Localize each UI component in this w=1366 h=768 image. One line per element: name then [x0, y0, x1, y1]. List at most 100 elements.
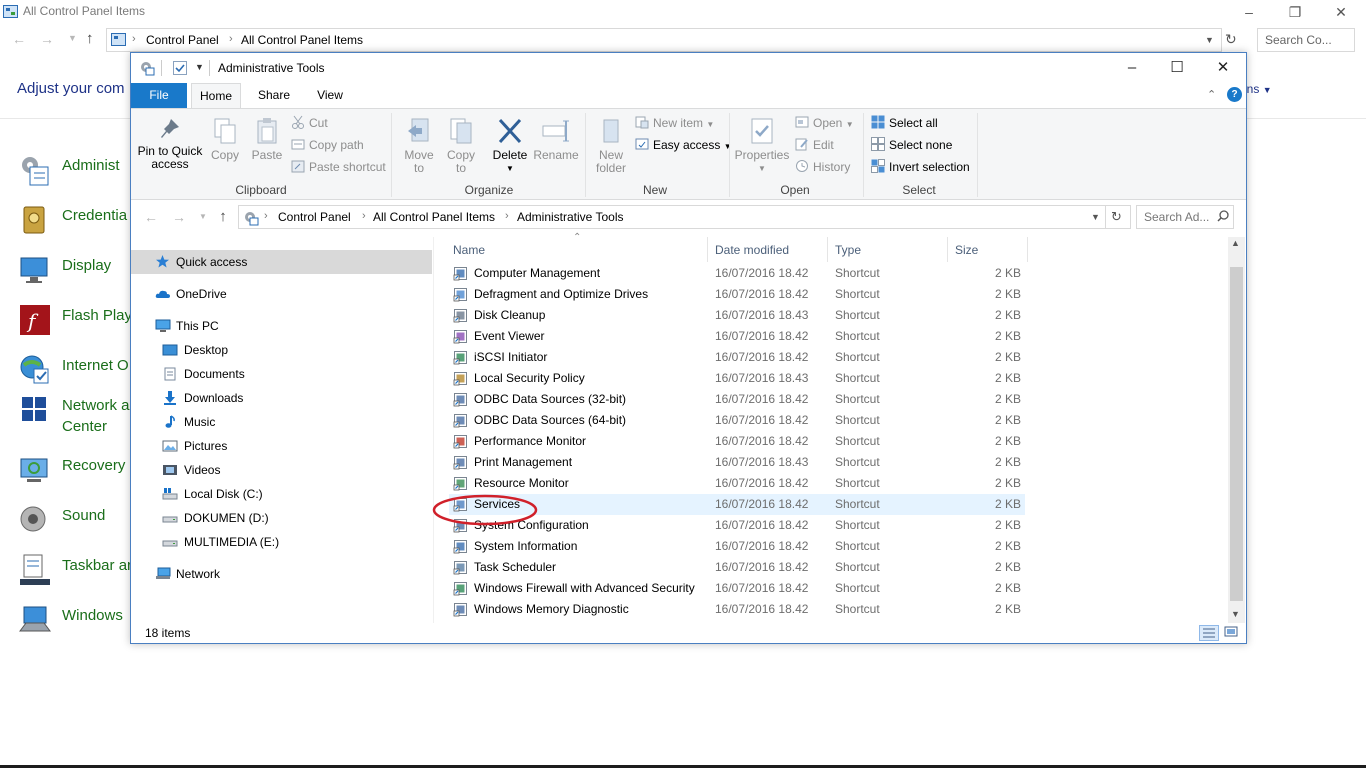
cp-item-internet-options[interactable]: Internet O [18, 351, 133, 391]
breadcrumb-control-panel[interactable]: Control Panel [278, 210, 351, 224]
chevron-down-icon[interactable]: ▼ [1205, 35, 1214, 45]
breadcrumb-administrative-tools[interactable]: Administrative Tools [517, 210, 624, 224]
nav-item-dokumen-d[interactable]: DOKUMEN (D:) [131, 506, 432, 530]
file-row[interactable]: Computer Management 16/07/2016 18.42 Short… [449, 263, 1025, 284]
background-breadcrumb-all-items[interactable]: All Control Panel Items [241, 33, 363, 47]
file-row[interactable]: Disk Cleanup 16/07/2016 18.43 Shortcut 2 KB [449, 305, 1025, 326]
chevron-down-icon[interactable]: ▼ [1091, 212, 1100, 222]
file-row[interactable]: Local Security Policy 16/07/2016 18.43 Sho… [449, 368, 1025, 389]
refresh-icon[interactable]: ↻ [1111, 209, 1122, 225]
background-minimize-button[interactable]: – [1226, 0, 1272, 24]
up-arrow-icon[interactable]: ↑ [86, 30, 94, 47]
copy-button[interactable]: Copy [207, 117, 243, 162]
select-all-button[interactable]: Select all [871, 113, 938, 133]
minimize-button[interactable]: – [1109, 53, 1155, 83]
nav-item-downloads[interactable]: Downloads [131, 386, 432, 410]
nav-item-multimedia-e[interactable]: MULTIMEDIA (E:) [131, 530, 432, 554]
column-header-type[interactable]: Type [835, 240, 945, 260]
paste-button[interactable]: Paste [249, 117, 285, 162]
column-header-size[interactable]: Size [955, 240, 1025, 260]
cp-item-sound[interactable]: Sound [18, 501, 133, 541]
file-row[interactable]: System Information 16/07/2016 18.42 Shortc… [449, 536, 1025, 557]
refresh-icon[interactable]: ↻ [1225, 31, 1237, 48]
rename-button[interactable]: Rename [533, 117, 579, 162]
back-arrow-icon[interactable]: ← [141, 208, 161, 226]
cp-item-display[interactable]: Display [18, 251, 133, 291]
file-row[interactable]: iSCSI Initiator 16/07/2016 18.42 Shortcut 2… [449, 347, 1025, 368]
up-arrow-icon[interactable]: ↑ [213, 208, 233, 226]
open-button[interactable]: Open ▼ [795, 113, 854, 133]
divider[interactable] [1027, 237, 1028, 262]
history-button[interactable]: History [795, 157, 850, 177]
help-icon[interactable]: ? [1227, 87, 1242, 102]
file-row[interactable]: Windows Firewall with Advanced Security 1… [449, 578, 1025, 599]
file-row[interactable]: Defragment and Optimize Drives 16/07/2016… [449, 284, 1025, 305]
breadcrumb-all-control-panel-items[interactable]: All Control Panel Items [373, 210, 495, 224]
recent-locations-icon[interactable]: ▼ [193, 208, 213, 226]
file-row[interactable]: Event Viewer 16/07/2016 18.42 Shortcut 2 KB [449, 326, 1025, 347]
file-row[interactable]: Print Management 16/07/2016 18.43 Shortcut… [449, 452, 1025, 473]
close-button[interactable]: ✕ [1200, 53, 1246, 83]
tab-home[interactable]: Home [191, 83, 241, 109]
scroll-down-icon[interactable]: ▼ [1231, 609, 1240, 619]
cp-item-network-center[interactable]: Network a Center [18, 391, 133, 439]
nav-item-desktop[interactable]: Desktop [131, 338, 432, 362]
file-row[interactable]: Windows Memory Diagnostic 16/07/2016 18.4… [449, 599, 1025, 620]
invert-selection-button[interactable]: Invert selection [871, 157, 970, 177]
divider[interactable] [827, 237, 828, 262]
cp-item-administrative-tools[interactable]: Administ [18, 151, 133, 191]
background-breadcrumb-control-panel[interactable]: Control Panel [146, 33, 219, 47]
file-row[interactable]: Performance Monitor 16/07/2016 18.42 Short… [449, 431, 1025, 452]
paste-shortcut-button[interactable]: Paste shortcut [291, 157, 386, 177]
delete-button[interactable]: Delete ▼ [489, 117, 531, 175]
tab-share[interactable]: Share [249, 83, 299, 108]
nav-item-documents[interactable]: Documents [131, 362, 432, 386]
select-none-button[interactable]: Select none [871, 135, 952, 155]
file-row[interactable]: ODBC Data Sources (32-bit) 16/07/2016 18.… [449, 389, 1025, 410]
nav-item-quick-access[interactable]: Quick access [131, 250, 432, 274]
large-icons-view-button[interactable] [1222, 625, 1242, 641]
cut-button[interactable]: Cut [291, 113, 328, 133]
column-header-name[interactable]: Name [453, 240, 703, 260]
nav-item-onedrive[interactable]: OneDrive [131, 282, 432, 306]
nav-item-this-pc[interactable]: This PC [131, 314, 432, 338]
edit-button[interactable]: Edit [795, 135, 834, 155]
move-to-button[interactable]: Move to [399, 117, 439, 175]
properties-button[interactable]: Properties ▼ [733, 117, 791, 175]
back-arrow-icon[interactable]: ← [12, 31, 26, 47]
new-folder-button[interactable]: New folder [591, 117, 631, 175]
vertical-scrollbar[interactable]: ▲ ▼ [1228, 237, 1245, 623]
nav-item-local-disk-c[interactable]: Local Disk (C:) [131, 482, 432, 506]
nav-item-videos[interactable]: Videos [131, 458, 432, 482]
search-input[interactable]: Search Ad... [1136, 205, 1234, 229]
easy-access-button[interactable]: Easy access ▼ [635, 135, 732, 155]
admin-tools-icon[interactable] [139, 60, 155, 76]
pin-to-quick-access-button[interactable]: Pin to Quick access [137, 117, 203, 171]
qat-dropdown-icon[interactable]: ▼ [195, 62, 204, 72]
tab-view[interactable]: View [305, 83, 355, 108]
background-search-box[interactable]: Search Co... [1257, 28, 1355, 52]
properties-check-icon[interactable] [172, 60, 188, 76]
cp-item-recovery[interactable]: Recovery [18, 451, 133, 491]
copy-path-button[interactable]: Copy path [291, 135, 364, 155]
nav-item-music[interactable]: Music [131, 410, 432, 434]
column-header-date-modified[interactable]: Date modified [715, 240, 825, 260]
copy-to-button[interactable]: Copy to [441, 117, 481, 175]
background-restore-button[interactable]: ❐ [1272, 0, 1318, 24]
cp-item-windows-mobility[interactable]: Windows [18, 601, 133, 641]
background-address-bar[interactable]: › Control Panel › All Control Panel Item… [106, 28, 1222, 52]
background-close-button[interactable]: ✕ [1318, 0, 1364, 24]
nav-item-network[interactable]: Network [131, 562, 432, 586]
tab-file[interactable]: File [131, 83, 187, 108]
nav-item-pictures[interactable]: Pictures [131, 434, 432, 458]
file-row[interactable]: Resource Monitor 16/07/2016 18.42 Shortcut… [449, 473, 1025, 494]
collapse-ribbon-icon[interactable]: ⌃ [1207, 88, 1216, 101]
scrollbar-thumb[interactable] [1230, 267, 1243, 601]
scroll-up-icon[interactable]: ▲ [1231, 238, 1240, 248]
forward-arrow-icon[interactable]: → [40, 31, 54, 47]
recent-locations-icon[interactable]: ▼ [68, 33, 77, 43]
pane-splitter[interactable] [433, 237, 434, 623]
cp-item-taskbar[interactable]: Taskbar ar [18, 551, 133, 591]
new-item-button[interactable]: New item ▼ [635, 113, 714, 133]
cp-item-credential-manager[interactable]: Credentia [18, 201, 133, 241]
